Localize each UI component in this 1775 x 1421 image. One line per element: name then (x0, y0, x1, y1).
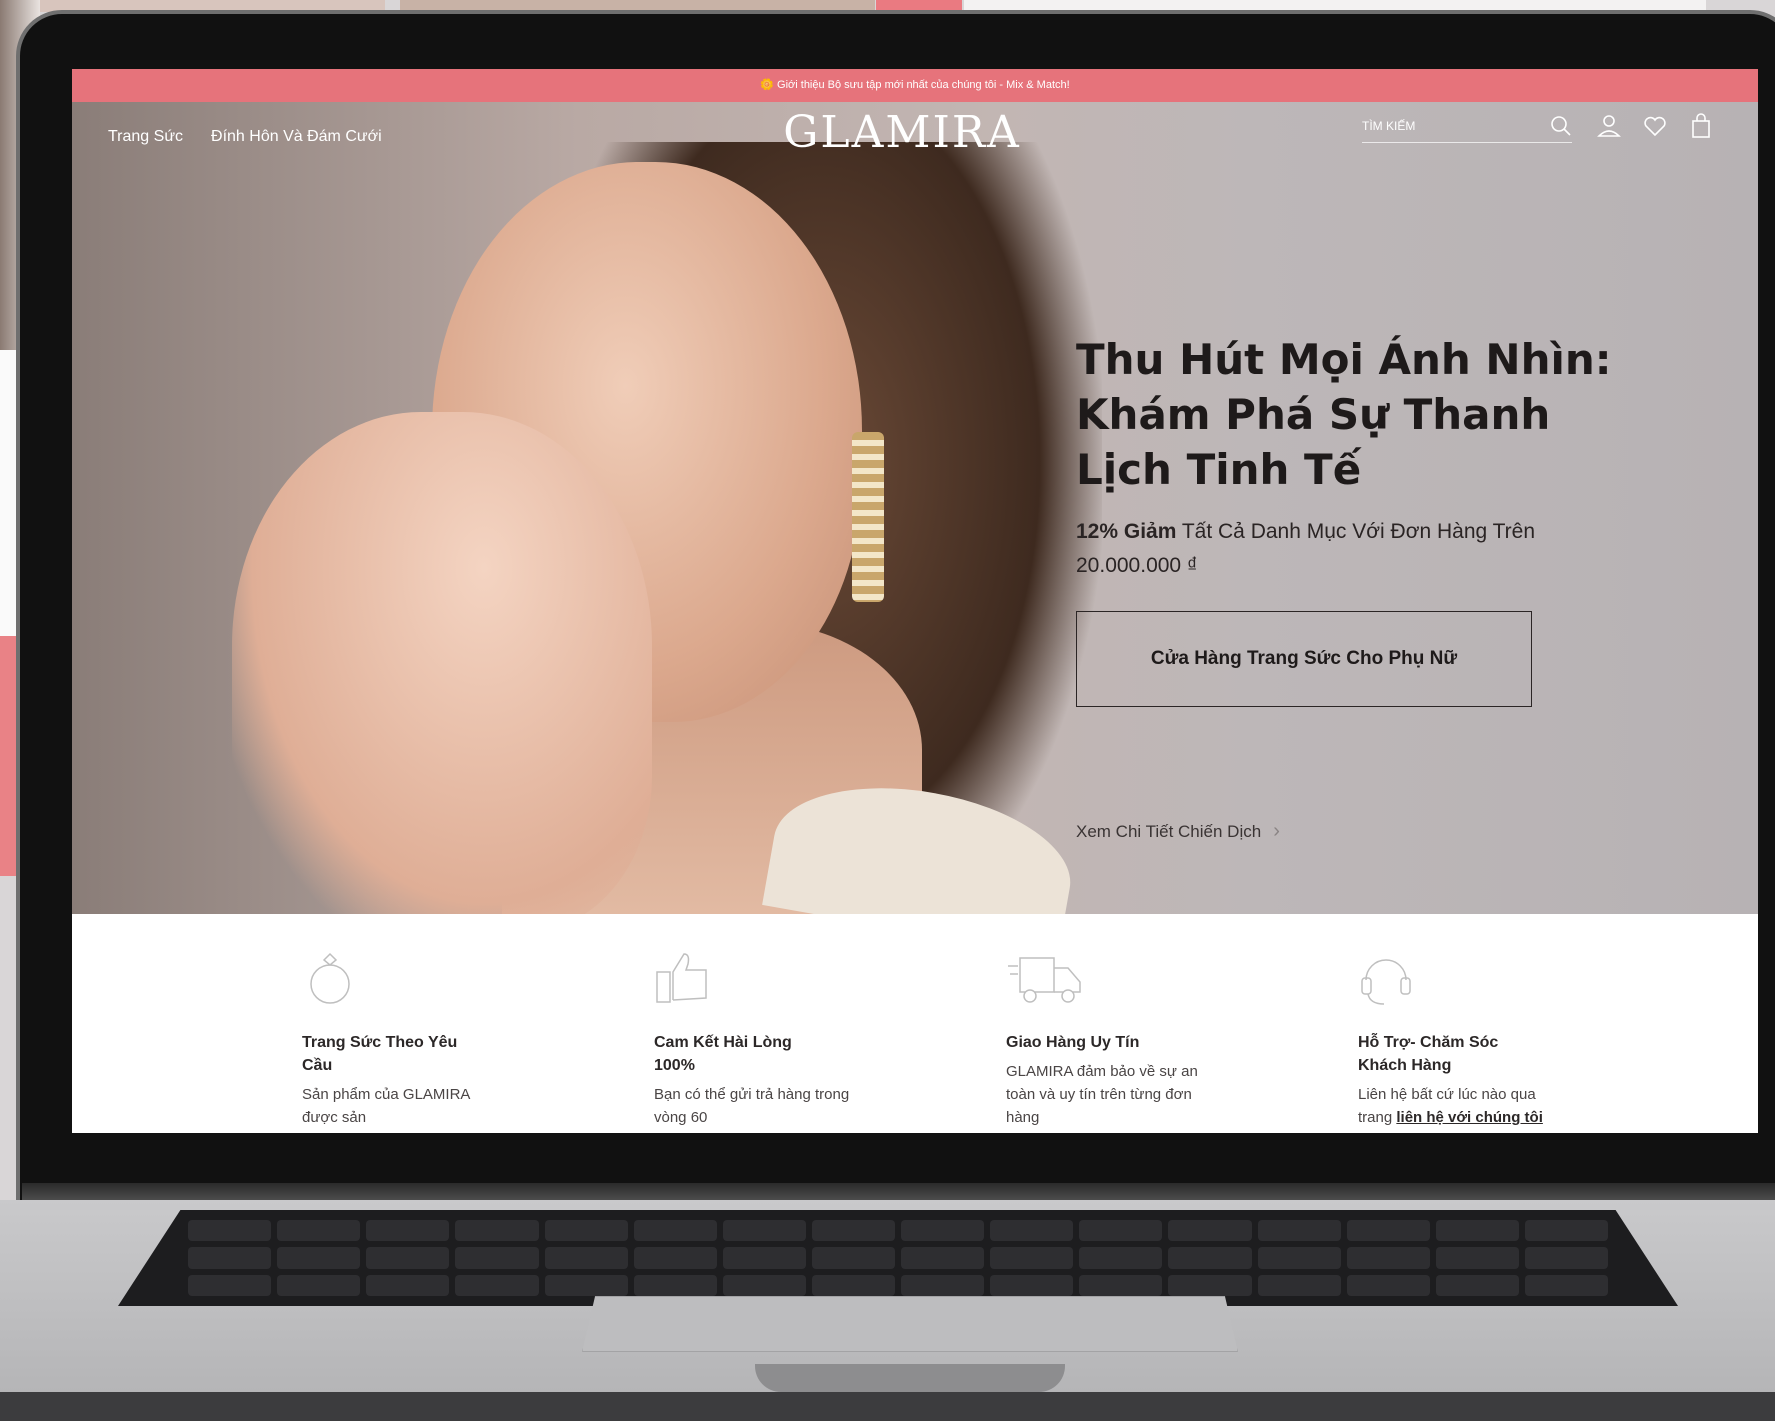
keyboard-key (188, 1247, 272, 1269)
keyboard-key (633, 1274, 717, 1296)
keyboard-key (455, 1220, 539, 1242)
keyboard-key (1168, 1274, 1252, 1296)
keyboard-key (722, 1274, 806, 1296)
keyboard-key (366, 1220, 450, 1242)
keyboard-key (1346, 1247, 1430, 1269)
search-input[interactable] (1362, 118, 1522, 133)
keyboard-key (633, 1220, 717, 1242)
search-field[interactable] (1362, 109, 1572, 143)
account-icon[interactable] (1596, 113, 1622, 139)
contact-us-link[interactable]: liên hệ với chúng tôi (1396, 1109, 1543, 1126)
delivery-truck-icon (1008, 957, 1081, 1003)
wishlist-heart-icon[interactable] (1642, 113, 1668, 139)
keyboard-key (1257, 1220, 1341, 1242)
campaign-details-link[interactable]: Xem Chi Tiết Chiến Dịch › (1076, 820, 1280, 843)
keyboard-key (366, 1247, 450, 1269)
feature-text: GLAMIRA đảm bảo về sự an toàn và uy tín … (1006, 1063, 1198, 1126)
keyboard-key (633, 1247, 717, 1269)
keyboard-key (1524, 1274, 1608, 1296)
keyboard-key (901, 1274, 985, 1296)
keyboard-key (544, 1247, 628, 1269)
search-icon[interactable] (1550, 115, 1572, 137)
keyboard-key (1257, 1274, 1341, 1296)
keyboard-key (1435, 1274, 1519, 1296)
background-white-card (0, 350, 16, 640)
ring-icon (310, 952, 350, 1004)
earring-image (852, 432, 884, 602)
keyboard-key (1346, 1220, 1430, 1242)
keyboard-key (1346, 1274, 1430, 1296)
keyboard-key (455, 1274, 539, 1296)
keyboard-key (544, 1220, 628, 1242)
chevron-right-icon: › (1273, 820, 1280, 842)
keyboard-key (1079, 1220, 1163, 1242)
keyboard-key (188, 1274, 272, 1296)
keyboard-key (544, 1274, 628, 1296)
hero-subtitle: 12% Giảm Tất Cả Danh Mục Với Đơn Hàng Tr… (1076, 515, 1636, 583)
laptop-base (0, 1392, 1775, 1421)
keyboard-key (277, 1247, 361, 1269)
feature-title: Giao Hàng Uy Tín (1006, 1034, 1140, 1051)
keyboard-key (277, 1274, 361, 1296)
feature-strip: Trang Sức Theo Yêu Cầu Sản phẩm của GLAM… (72, 914, 1758, 1133)
keyboard-key (1524, 1247, 1608, 1269)
feature-custom-jewelry: Trang Sức Theo Yêu Cầu Sản phẩm của GLAM… (302, 914, 654, 1133)
shopping-bag-icon[interactable] (1688, 113, 1714, 139)
nav-engagement-wedding[interactable]: Đính Hôn Và Đám Cưới (211, 128, 382, 146)
keyboard-key (990, 1220, 1074, 1242)
keyboard-key (901, 1247, 985, 1269)
nav-jewelry[interactable]: Trang Sức (108, 128, 183, 146)
campaign-details-label: Xem Chi Tiết Chiến Dịch (1076, 821, 1262, 841)
keyboard-key (722, 1220, 806, 1242)
hero-title: Thu Hút Mọi Ánh Nhìn: Khám Phá Sự Thanh … (1076, 335, 1612, 494)
laptop-keyboard (118, 1210, 1678, 1306)
hero-banner: Thu Hút Mọi Ánh Nhìn: Khám Phá Sự Thanh … (72, 102, 1758, 914)
hero-model-hand (232, 412, 652, 914)
keyboard-key (366, 1274, 450, 1296)
headset-icon (1361, 959, 1411, 1005)
glamira-logo[interactable]: GLAMIRA (772, 107, 1032, 158)
feature-title: Trang Sức Theo Yêu Cầu (302, 1034, 458, 1074)
discount-label: 12% Giảm (1076, 520, 1177, 543)
feature-delivery: Giao Hàng Uy Tín GLAMIRA đảm bảo về sự a… (1006, 914, 1358, 1133)
keyboard-key (990, 1247, 1074, 1269)
laptop-trackpad (582, 1296, 1238, 1352)
keyboard-key (722, 1247, 806, 1269)
website-screen: 🌼 Giới thiệu Bộ sưu tập mới nhất của chú… (72, 69, 1758, 1133)
keyboard-key (990, 1274, 1074, 1296)
keyboard-key (1168, 1247, 1252, 1269)
keyboard-key (1079, 1247, 1163, 1269)
feature-text: Sản phẩm của GLAMIRA được sản (302, 1086, 470, 1126)
keyboard-key (1079, 1274, 1163, 1296)
hero-promo: Thu Hút Mọi Ánh Nhìn: Khám Phá Sự Thanh … (1076, 332, 1636, 707)
keyboard-key (1524, 1220, 1608, 1242)
keyboard-key (1257, 1247, 1341, 1269)
keyboard-key (811, 1247, 895, 1269)
feature-title: Cam Kết Hài Lòng 100% (654, 1034, 792, 1074)
feature-text: Bạn có thể gửi trả hàng trong vòng 60 (654, 1086, 850, 1126)
feature-satisfaction: Cam Kết Hài Lòng 100% Bạn có thể gửi trả… (654, 914, 1006, 1133)
background-pink-card (0, 636, 16, 876)
keyboard-key (901, 1220, 985, 1242)
feature-text: Liên hệ bất cứ lúc nào qua trang liên hệ… (1358, 1083, 1558, 1129)
keyboard-key (1435, 1247, 1519, 1269)
keyboard-key (1435, 1220, 1519, 1242)
announcement-bar[interactable]: 🌼 Giới thiệu Bộ sưu tập mới nhất của chú… (72, 69, 1758, 102)
keyboard-key (277, 1220, 361, 1242)
keyboard-key (1168, 1220, 1252, 1242)
feature-support: Hỗ Trợ- Chăm Sóc Khách Hàng Liên hệ bất … (1358, 914, 1710, 1133)
keyboard-key (455, 1247, 539, 1269)
keyboard-key (811, 1220, 895, 1242)
shop-women-jewelry-button[interactable]: Cửa Hàng Trang Sức Cho Phụ Nữ (1076, 611, 1532, 707)
keyboard-key (811, 1274, 895, 1296)
laptop-notch (755, 1364, 1065, 1392)
keyboard-key (188, 1220, 272, 1242)
feature-title: Hỗ Trợ- Chăm Sóc Khách Hàng (1358, 1034, 1499, 1074)
thumbs-up-icon (656, 953, 707, 1003)
